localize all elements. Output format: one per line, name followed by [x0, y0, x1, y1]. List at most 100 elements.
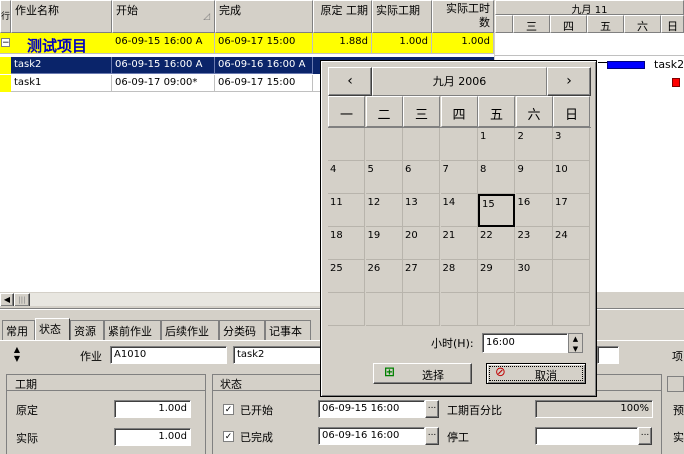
calendar-day-empty: [553, 260, 590, 293]
orig-duration-label: 原定: [16, 404, 38, 417]
gantt-bar-task1[interactable]: [672, 78, 680, 87]
calendar-day[interactable]: 28: [440, 260, 478, 293]
col-header-actual-dur[interactable]: 实际工期: [372, 0, 432, 33]
activity-spinner[interactable]: ▲ ▼: [10, 345, 24, 365]
calendar-day-empty: [478, 293, 515, 326]
weekday-header-cell: 六: [515, 96, 553, 127]
weekday-header: 一二三四五六日: [328, 96, 591, 127]
col-header-start[interactable]: 开始 ◿: [112, 0, 215, 33]
calendar-day[interactable]: 5: [365, 161, 403, 194]
orig-duration-field[interactable]: 1.00d: [114, 400, 191, 418]
calendar-day[interactable]: 3: [553, 128, 590, 161]
col-header-orig-dur[interactable]: 原定 工期: [313, 0, 372, 33]
started-checkbox[interactable]: ✓: [223, 404, 234, 415]
calendar-day-empty: [365, 128, 403, 161]
gantt-month: 九月 11: [495, 0, 684, 16]
tab-status[interactable]: 状态: [35, 318, 70, 341]
row-marker: [0, 75, 11, 92]
suspend-field[interactable]: [535, 427, 638, 445]
calendar-day[interactable]: 22: [478, 227, 515, 260]
tab-general[interactable]: 常用: [2, 320, 35, 340]
row-start: 06-09-15 16:00 A: [112, 33, 215, 54]
calendar-day[interactable]: 20: [403, 227, 440, 260]
activity-id-field[interactable]: A1010: [110, 346, 227, 364]
finished-label: 已完成: [240, 431, 273, 444]
right-label-2: 预: [673, 404, 684, 417]
calendar-day[interactable]: 9: [515, 161, 553, 194]
calendar-day[interactable]: 27: [403, 260, 440, 293]
calendar-day[interactable]: 6: [403, 161, 440, 194]
gantt-bar-label: task2: [654, 58, 684, 71]
tab-codes[interactable]: 分类码: [219, 320, 265, 340]
tab-resources[interactable]: 资源: [70, 320, 104, 340]
finished-date-button[interactable]: ...: [425, 427, 439, 445]
hour-spinner[interactable]: ▲ ▼: [568, 333, 583, 353]
hour-field[interactable]: 16:00: [482, 333, 568, 353]
calendar-day[interactable]: 21: [440, 227, 478, 260]
calendar-day[interactable]: 16: [515, 194, 553, 227]
tab-notebook[interactable]: 记事本: [265, 320, 311, 340]
col-header-marker[interactable]: 行: [0, 0, 11, 33]
day-grid: 1 2 3 4 5 6 7 8 9 10 11 12 13 14 15 16 17 18 19 20 21 22 23 24 2…: [328, 127, 591, 326]
calendar-day[interactable]: 4: [328, 161, 365, 194]
calendar-day[interactable]: 7: [440, 161, 478, 194]
activity-extra-field[interactable]: [597, 346, 619, 364]
collapse-icon[interactable]: −: [1, 38, 10, 48]
started-date-button[interactable]: ...: [425, 400, 439, 418]
calendar-day-empty: [403, 128, 440, 161]
prev-month-button[interactable]: ‹: [328, 67, 372, 96]
focus-rect: [489, 366, 583, 381]
calendar-day[interactable]: 23: [515, 227, 553, 260]
calendar-day[interactable]: 24: [553, 227, 590, 260]
cancel-button[interactable]: ⊘ 取消: [486, 363, 586, 384]
calendar-day[interactable]: 29: [478, 260, 515, 293]
gantt-day-blank: [495, 15, 513, 33]
row-actual-dur: 1.00d: [372, 33, 432, 54]
calendar-day[interactable]: 8: [478, 161, 515, 194]
calendar-day[interactable]: 14: [440, 194, 478, 227]
gantt-link: [598, 62, 607, 63]
scroll-thumb[interactable]: |||: [14, 293, 30, 307]
calendar-day[interactable]: 12: [365, 194, 403, 227]
weekday-header-cell: 一: [328, 96, 365, 127]
col-header-actual-work[interactable]: 实际工时数: [432, 0, 494, 33]
scroll-left-icon[interactable]: ◀: [0, 293, 14, 307]
tab-successors[interactable]: 后续作业: [161, 320, 219, 340]
calendar-day[interactable]: 26: [365, 260, 403, 293]
row-finish[interactable]: 06-09-17 15:00: [215, 75, 313, 92]
started-label: 已开始: [240, 404, 273, 417]
calendar-day[interactable]: 13: [403, 194, 440, 227]
calendar-day[interactable]: 19: [365, 227, 403, 260]
suspend-date-button[interactable]: ...: [638, 427, 652, 445]
calendar-day[interactable]: 1: [478, 128, 515, 161]
finished-date-field[interactable]: 06-09-16 16:00: [318, 427, 425, 445]
calendar-day-selected[interactable]: 15: [478, 194, 515, 227]
gantt-day: 四: [550, 15, 587, 33]
row-start[interactable]: 06-09-17 09:00*: [112, 75, 215, 92]
calendar-day[interactable]: 11: [328, 194, 365, 227]
calendar-day[interactable]: 18: [328, 227, 365, 260]
started-date-field[interactable]: 06-09-15 16:00: [318, 400, 425, 418]
tab-predecessors[interactable]: 紧前作业: [104, 320, 161, 340]
calendar-day[interactable]: 25: [328, 260, 365, 293]
next-month-button[interactable]: ›: [547, 67, 591, 96]
row-actual-work: 1.00d: [432, 33, 494, 54]
calendar-day[interactable]: 10: [553, 161, 590, 194]
calendar-day-empty: [365, 293, 403, 326]
select-button[interactable]: ⊞ 选择: [373, 363, 472, 384]
row-marker: [0, 57, 11, 74]
finished-checkbox[interactable]: ✓: [223, 431, 234, 442]
col-header-name[interactable]: 作业名称: [11, 0, 112, 33]
calendar-title: 九月 2006: [372, 67, 547, 96]
calendar-day[interactable]: 17: [553, 194, 590, 227]
activity-name-field[interactable]: task2: [233, 346, 323, 364]
row-name[interactable]: task1: [11, 75, 112, 92]
weekday-header-cell: 三: [403, 96, 440, 127]
pct-label: 工期百分比: [447, 404, 502, 417]
actual-duration-field[interactable]: 1.00d: [114, 428, 191, 446]
gantt-bar-task2[interactable]: [607, 61, 645, 69]
col-header-finish[interactable]: 完成: [215, 0, 313, 33]
calendar-day[interactable]: 30: [515, 260, 553, 293]
calendar-day[interactable]: 2: [515, 128, 553, 161]
status-group-title: 状态: [220, 378, 242, 391]
